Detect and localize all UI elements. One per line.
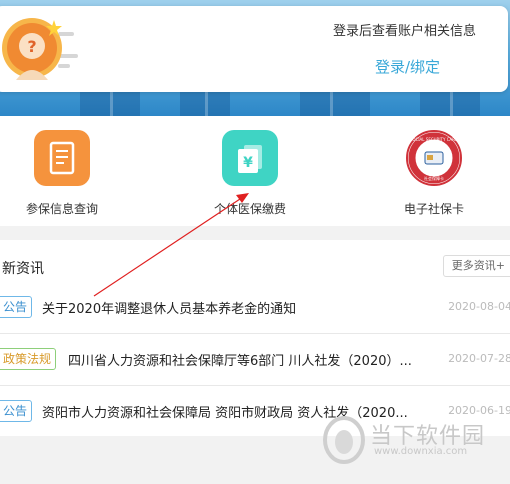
- watermark: 当下软件园 www.downxia.com: [322, 416, 492, 464]
- document-icon: [34, 130, 90, 186]
- service-individual-medical-payment[interactable]: ¥ 个体医保缴费: [190, 130, 310, 217]
- service-electronic-social-card[interactable]: SOCIAL SECURITY CARD 社会保障卡 电子社保卡: [374, 130, 494, 217]
- service-label: 电子社保卡: [403, 202, 464, 216]
- news-item-title: 关于2020年调整退休人员基本养老金的通知: [42, 302, 297, 317]
- more-news-button[interactable]: 更多资讯+: [442, 255, 510, 277]
- news-section-title: 新资讯: [2, 261, 44, 277]
- news-section: 新资讯 更多资讯+ 公告 关于2020年调整退休人员基本养老金的通知 2020-…: [0, 240, 510, 436]
- service-grid: 参保信息查询 ¥ 个体医保缴费 SOCIAL SECURITY CARD 社会保…: [0, 116, 510, 226]
- watermark-url: www.downxia.com: [374, 446, 468, 457]
- news-item-date: 2020-07-28: [448, 352, 510, 365]
- user-avatar-icon[interactable]: ?: [2, 10, 68, 82]
- svg-text:?: ?: [27, 37, 36, 56]
- news-item[interactable]: 政策法规 四川省人力资源和社会保障厅等6部门 川人社发（2020）... 202…: [0, 334, 510, 386]
- service-insurance-query[interactable]: 参保信息查询: [2, 130, 122, 217]
- watermark-logo-icon: [323, 416, 365, 464]
- login-hint: 登录后查看账户相关信息: [332, 24, 476, 39]
- social-card-top-text: SOCIAL SECURITY CARD: [410, 137, 458, 142]
- login-bind-link[interactable]: 登录/绑定: [375, 56, 440, 77]
- news-item[interactable]: 公告 关于2020年调整退休人员基本养老金的通知 2020-08-04: [0, 282, 510, 334]
- news-tag: 政策法规: [0, 348, 57, 370]
- social-card-bottom-text: 社会保障卡: [424, 175, 444, 181]
- service-label: 参保信息查询: [25, 202, 98, 216]
- social-security-card-icon: SOCIAL SECURITY CARD 社会保障卡: [406, 130, 462, 186]
- header-banner: 登录后查看账户相关信息 登录/绑定 ?: [0, 0, 510, 116]
- svg-text:¥: ¥: [243, 155, 253, 171]
- news-tag: 公告: [0, 296, 33, 318]
- news-item-date: 2020-08-04: [448, 300, 510, 313]
- news-item-title: 四川省人力资源和社会保障厅等6部门 川人社发（2020）...: [68, 354, 412, 369]
- app-screen: 登录后查看账户相关信息 登录/绑定 ? 参保信息查询 ¥ 个体医保缴费 SOCI…: [0, 0, 510, 484]
- news-tag: 公告: [0, 400, 33, 422]
- service-label: 个体医保缴费: [213, 202, 286, 216]
- login-card: 登录后查看账户相关信息 登录/绑定: [0, 6, 508, 92]
- yuan-document-icon: ¥: [222, 130, 278, 186]
